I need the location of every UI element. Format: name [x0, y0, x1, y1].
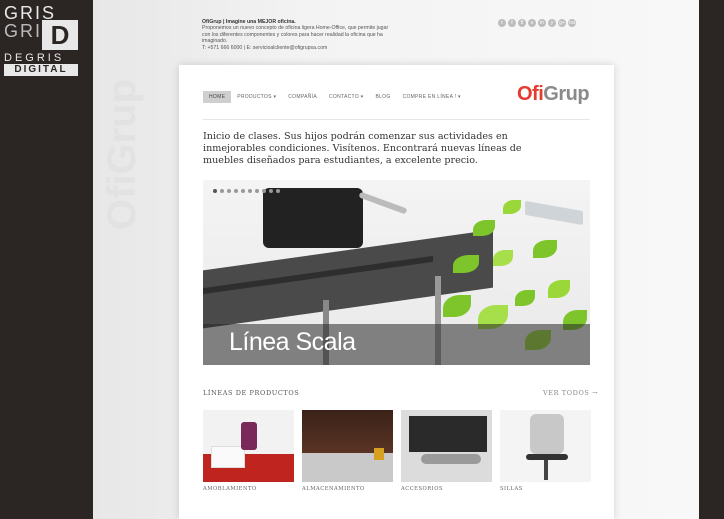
nav-item-productos[interactable]: PRODUCTOS ▾ — [231, 91, 282, 103]
slider-dot[interactable] — [262, 189, 266, 193]
hero-slider[interactable]: Línea Scala — [203, 180, 590, 365]
right-strip — [699, 0, 724, 519]
product-label[interactable]: ACCESORIOS — [401, 486, 492, 492]
slider-dot[interactable] — [276, 189, 280, 193]
header-contact: T: +571 666 6000 | E: servicioalcliente@… — [202, 44, 328, 51]
slider-dot[interactable] — [213, 189, 217, 193]
social-gplus-icon[interactable]: g+ — [558, 19, 566, 27]
leaf — [533, 240, 557, 258]
left-brand-strip: GRIS GRIS D DEGRIS DIGITAL — [0, 0, 93, 519]
slider-dot[interactable] — [234, 189, 238, 193]
slider-dot[interactable] — [255, 189, 259, 193]
nav-item-blog[interactable]: BLOG — [369, 91, 396, 103]
header-description: Proponemos un nuevo concepto de oficina … — [202, 25, 389, 45]
leaf — [443, 295, 471, 317]
brand-line-4: DIGITAL — [4, 64, 78, 76]
see-all-link[interactable]: VER TODOS → — [543, 389, 598, 397]
product-label[interactable]: ALMACENAMIENTO — [302, 486, 393, 492]
ofigrup-logo[interactable]: OfiGrup — [517, 83, 590, 106]
logo-part-1: Ofi — [517, 83, 544, 105]
nav-item-home[interactable]: HOME — [203, 91, 232, 103]
leaf — [493, 250, 513, 266]
intro-text: Inicio de clases. Sus hijos podrán comen… — [203, 131, 522, 166]
divider — [203, 119, 590, 120]
social-t-icon[interactable]: t — [498, 19, 506, 27]
product-label[interactable]: SILLAS — [500, 486, 591, 492]
brand-letter: D — [42, 20, 78, 50]
social-in-icon[interactable]: in — [538, 19, 546, 27]
leaf — [515, 290, 535, 306]
products-title: LÍNEAS DE PRODUCTOS — [203, 389, 300, 397]
slider-dot[interactable] — [269, 189, 273, 193]
logo-part-2: Grup — [543, 83, 590, 105]
chair-arm — [358, 191, 408, 215]
content-card: HOME PRODUCTOS ▾ COMPAÑÍA CONTACTO ▾ BLOG COM… — [179, 65, 614, 519]
product-card[interactable]: SILLAS — [500, 410, 591, 492]
nav-item-contacto[interactable]: CONTACTO ▾ — [323, 91, 370, 103]
product-image[interactable] — [500, 410, 591, 482]
slider-dot[interactable] — [248, 189, 252, 193]
social-y-icon[interactable]: y — [548, 19, 556, 27]
leaf — [548, 280, 570, 298]
brand-line-3: DEGRIS — [4, 52, 65, 64]
slider-dot[interactable] — [227, 189, 231, 193]
product-label[interactable]: AMOBLAMIENTO — [203, 486, 294, 492]
watermark-logo: OfiGrup — [100, 78, 144, 230]
product-image[interactable] — [401, 410, 492, 482]
social-f-icon[interactable]: f — [508, 19, 516, 27]
slider-caption-text: Línea Scala — [229, 328, 356, 356]
nav-item-compre-en-línea[interactable]: COMPRE EN LÍNEA ! ▾ — [397, 91, 467, 103]
chair-back — [263, 188, 363, 248]
social-v-icon[interactable]: v — [528, 19, 536, 27]
product-image[interactable] — [203, 410, 294, 482]
product-image[interactable] — [302, 410, 393, 482]
leaf — [503, 200, 521, 214]
header-title: OfiGrup | Imagine una MEJOR oficina. — [202, 19, 296, 25]
social-icons: t f fl v in y g+ rss — [498, 19, 576, 27]
social-rss-icon[interactable]: rss — [568, 19, 576, 27]
product-card[interactable]: ALMACENAMIENTO — [302, 410, 393, 492]
product-grid: AMOBLAMIENTO ALMACENAMIENTO ACCESORIOS S… — [203, 410, 591, 492]
product-card[interactable]: ACCESORIOS — [401, 410, 492, 492]
slider-dot[interactable] — [241, 189, 245, 193]
nav-item-compañía[interactable]: COMPAÑÍA — [282, 91, 323, 103]
laptop — [525, 200, 583, 226]
slider-dots — [213, 189, 280, 193]
social-fl-icon[interactable]: fl — [518, 19, 526, 27]
header-info: OfiGrup | Imagine una MEJOR oficina. Pro… — [202, 19, 392, 51]
slider-caption: Línea Scala — [203, 324, 590, 365]
degris-logo: GRIS GRIS D DEGRIS DIGITAL — [4, 4, 78, 76]
main-nav: HOME PRODUCTOS ▾ COMPAÑÍA CONTACTO ▾ BLOG COM… — [203, 91, 467, 103]
product-card[interactable]: AMOBLAMIENTO — [203, 410, 294, 492]
slider-dot[interactable] — [220, 189, 224, 193]
